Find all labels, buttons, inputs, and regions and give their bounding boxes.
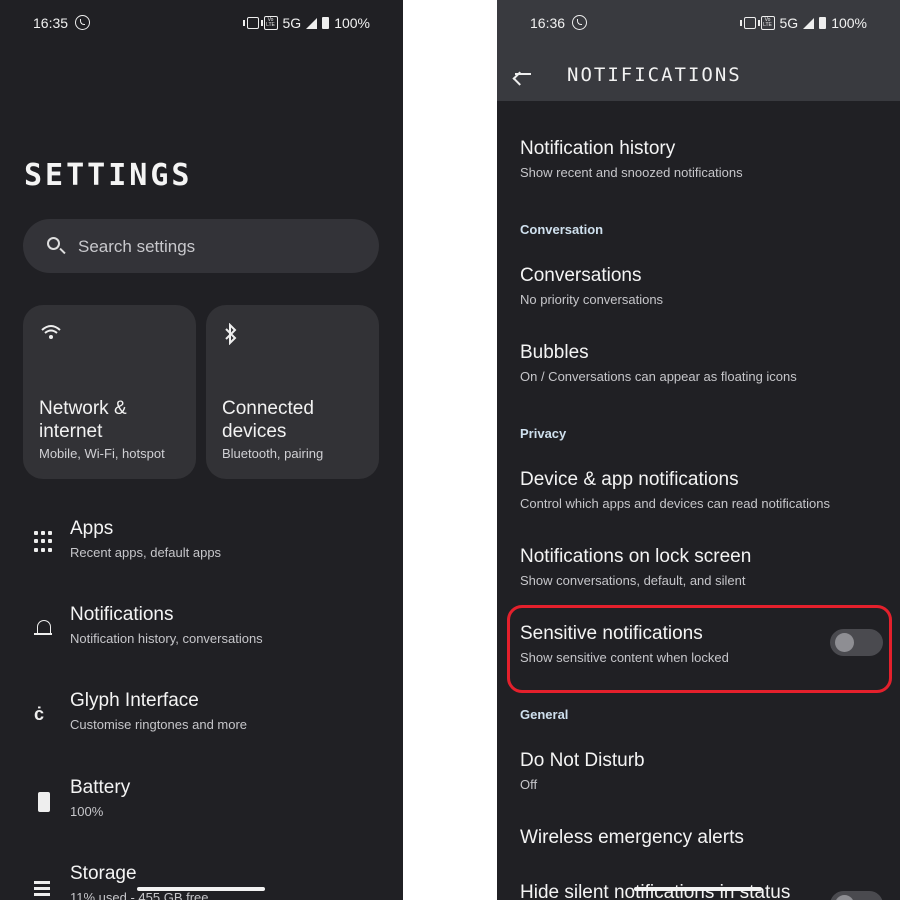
row-title: Notification history bbox=[520, 138, 676, 159]
item-subtitle: 100% bbox=[70, 804, 104, 819]
tile-label: Connected devices bbox=[222, 398, 314, 442]
status-time: 16:35 bbox=[33, 15, 69, 31]
row-hide-silent-notifications[interactable]: Hide silent notifications in status bbox=[520, 882, 820, 900]
tile-label: Network & internet bbox=[39, 398, 127, 442]
row-title: Device & app notifications bbox=[520, 469, 739, 490]
row-conversations[interactable]: Conversations No priority conversations bbox=[520, 265, 880, 307]
gesture-nav-bar[interactable] bbox=[137, 887, 265, 891]
tile-network-internet[interactable]: Network & internet Mobile, Wi-Fi, hotspo… bbox=[23, 305, 196, 479]
status-bar: 16:35 Vo LTE 5G 100% bbox=[0, 14, 403, 34]
settings-item-storage[interactable]: Storage 11% used - 455 GB free bbox=[0, 863, 403, 900]
battery-percent: 100% bbox=[334, 15, 370, 31]
item-title: Battery bbox=[70, 777, 131, 798]
volte-icon: Vo LTE bbox=[263, 16, 278, 30]
hide-silent-toggle[interactable] bbox=[830, 891, 883, 900]
row-title: Conversations bbox=[520, 265, 642, 286]
tile-subtitle: Mobile, Wi-Fi, hotspot bbox=[39, 446, 165, 461]
section-header-general: General bbox=[520, 707, 569, 722]
network-type: 5G bbox=[779, 15, 799, 31]
whatsapp-icon bbox=[75, 15, 90, 30]
row-lock-screen-notifications[interactable]: Notifications on lock screen Show conver… bbox=[520, 546, 880, 588]
app-bar: 16:36 Vo LTE 5G 100% NOTIFICATIONS bbox=[497, 0, 900, 101]
row-subtitle: Off bbox=[520, 777, 538, 792]
row-subtitle: Show recent and snoozed notifications bbox=[520, 165, 743, 180]
volte-icon: Vo LTE bbox=[760, 16, 775, 30]
row-bubbles[interactable]: Bubbles On / Conversations can appear as… bbox=[520, 342, 880, 384]
vibrate-icon bbox=[242, 17, 263, 29]
row-subtitle: No priority conversations bbox=[520, 292, 664, 307]
settings-item-battery[interactable]: Battery 100% bbox=[0, 777, 403, 837]
search-bar[interactable]: Search settings bbox=[23, 219, 379, 273]
settings-screen: 16:35 Vo LTE 5G 100% SETTINGS Search set… bbox=[0, 0, 403, 900]
tile-subtitle: Bluetooth, pairing bbox=[222, 446, 324, 461]
row-title: Do Not Disturb bbox=[520, 750, 645, 771]
row-wireless-emergency-alerts[interactable]: Wireless emergency alerts bbox=[520, 827, 880, 849]
search-icon bbox=[47, 237, 60, 250]
item-title: Apps bbox=[70, 518, 114, 539]
row-subtitle: Show conversations, default, and silent bbox=[520, 573, 746, 588]
row-notification-history[interactable]: Notification history Show recent and sno… bbox=[520, 138, 880, 180]
back-arrow-icon[interactable] bbox=[515, 73, 531, 75]
row-title: Hide silent notifications in status bbox=[520, 882, 791, 900]
page-title: NOTIFICATIONS bbox=[567, 64, 742, 86]
settings-item-notifications[interactable]: Notifications Notification history, conv… bbox=[0, 604, 403, 664]
row-title: Bubbles bbox=[520, 342, 589, 363]
vibrate-icon bbox=[739, 17, 760, 29]
section-header-privacy: Privacy bbox=[520, 426, 567, 441]
signal-icon bbox=[803, 17, 815, 29]
tile-connected-devices[interactable]: Connected devices Bluetooth, pairing bbox=[206, 305, 379, 479]
settings-item-apps[interactable]: Apps Recent apps, default apps bbox=[0, 518, 403, 578]
apps-grid-icon bbox=[34, 531, 54, 553]
wifi-icon bbox=[40, 323, 62, 346]
row-do-not-disturb[interactable]: Do Not Disturb Off bbox=[520, 750, 880, 792]
storage-icon bbox=[34, 877, 54, 899]
item-subtitle: 11% used - 455 GB free bbox=[70, 890, 209, 900]
item-subtitle: Recent apps, default apps bbox=[70, 545, 222, 560]
page-title: SETTINGS bbox=[24, 158, 193, 193]
battery-status-icon bbox=[819, 17, 827, 29]
settings-item-glyph-interface[interactable]: ċ Glyph Interface Customise ringtones an… bbox=[0, 690, 403, 750]
item-subtitle: Notification history, conversations bbox=[70, 631, 263, 646]
battery-icon bbox=[34, 791, 54, 813]
item-subtitle: Customise ringtones and more bbox=[70, 717, 248, 732]
whatsapp-icon bbox=[572, 15, 587, 30]
glyph-icon: ċ bbox=[34, 704, 45, 724]
row-title: Wireless emergency alerts bbox=[520, 827, 744, 848]
toggle-knob bbox=[835, 895, 854, 900]
row-device-app-notifications[interactable]: Device & app notifications Control which… bbox=[520, 469, 880, 511]
bluetooth-icon bbox=[223, 322, 239, 350]
row-title: Notifications on lock screen bbox=[520, 546, 752, 567]
row-subtitle: Control which apps and devices can read … bbox=[520, 496, 831, 511]
row-subtitle: On / Conversations can appear as floatin… bbox=[520, 369, 797, 384]
status-bar: 16:36 Vo LTE 5G 100% bbox=[497, 14, 900, 34]
network-type: 5G bbox=[282, 15, 302, 31]
highlight-annotation bbox=[507, 605, 892, 693]
item-title: Storage bbox=[70, 863, 137, 884]
gesture-nav-bar[interactable] bbox=[634, 887, 762, 891]
item-title: Glyph Interface bbox=[70, 690, 199, 711]
status-time: 16:36 bbox=[530, 15, 566, 31]
notifications-screen: 16:36 Vo LTE 5G 100% NOTIFICATIONS Notif… bbox=[497, 0, 900, 900]
battery-status-icon bbox=[322, 17, 330, 29]
signal-icon bbox=[306, 17, 318, 29]
item-title: Notifications bbox=[70, 604, 174, 625]
battery-percent: 100% bbox=[831, 15, 867, 31]
bell-icon bbox=[34, 618, 54, 640]
section-header-conversation: Conversation bbox=[520, 222, 604, 237]
search-placeholder: Search settings bbox=[78, 237, 196, 256]
